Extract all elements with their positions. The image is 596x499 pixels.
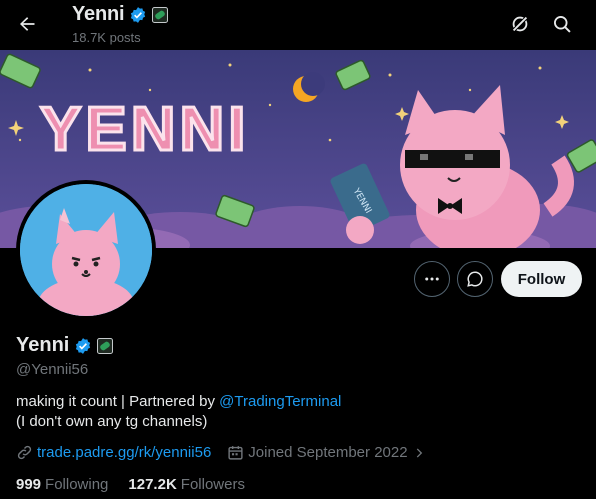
profile-meta: trade.padre.gg/rk/yennii56 Joined Septem…: [16, 444, 426, 461]
joined-item: Joined September 2022: [227, 444, 425, 461]
grok-button[interactable]: [505, 9, 535, 39]
profile-bio: making it count | Partnered by @TradingT…: [16, 392, 341, 432]
header-name-row: Yenni: [72, 3, 169, 26]
arrow-left-icon: [20, 17, 35, 31]
header-display-name: Yenni: [72, 3, 125, 25]
following-label: Following: [45, 476, 109, 493]
more-icon: [425, 277, 439, 281]
chevron-right-icon[interactable]: [412, 446, 426, 460]
more-button[interactable]: [414, 261, 450, 297]
following-count: 999: [16, 476, 42, 493]
bio-text: making it count | Partnered by: [16, 393, 220, 410]
profile-display-name: Yenni: [16, 334, 70, 356]
header-post-count: 18.7K posts: [72, 30, 141, 45]
affiliate-badge-icon: [152, 6, 169, 23]
calendar-icon: [228, 446, 243, 460]
profile-actions: Follow: [0, 261, 596, 297]
verified-badge-icon: [131, 6, 146, 23]
profile-avatar[interactable]: [16, 180, 156, 320]
verified-badge-icon[interactable]: [74, 337, 92, 355]
followers-label: Followers: [180, 476, 245, 493]
profile-stats: 999 Following 127.2K Followers: [16, 476, 245, 493]
back-button[interactable]: [10, 7, 44, 41]
website-item: trade.padre.gg/rk/yennii56: [16, 444, 211, 461]
website-link[interactable]: trade.padre.gg/rk/yennii56: [37, 444, 211, 461]
profile-handle: @Yennii56: [16, 361, 89, 378]
top-bar: Yenni 18.7K posts: [0, 0, 596, 50]
affiliate-badge-icon[interactable]: [97, 337, 114, 354]
joined-date: Joined September 2022: [248, 444, 408, 461]
profile-name-row: Yenni: [16, 334, 114, 357]
followers-count: 127.2K: [128, 476, 177, 493]
search-button[interactable]: [547, 9, 577, 39]
message-icon: [467, 271, 483, 287]
bio-mention-link[interactable]: @TradingTerminal: [219, 393, 341, 410]
follow-button[interactable]: Follow: [501, 261, 582, 297]
grok-icon: [511, 15, 529, 33]
banner-title: YENNI: [40, 95, 249, 164]
link-icon: [17, 445, 32, 460]
bio-text-line2: (I don't own any tg channels): [16, 413, 208, 430]
message-button[interactable]: [457, 261, 493, 297]
following-link[interactable]: 999 Following: [16, 476, 108, 493]
followers-link[interactable]: 127.2K Followers: [128, 476, 245, 493]
search-icon: [554, 16, 571, 33]
